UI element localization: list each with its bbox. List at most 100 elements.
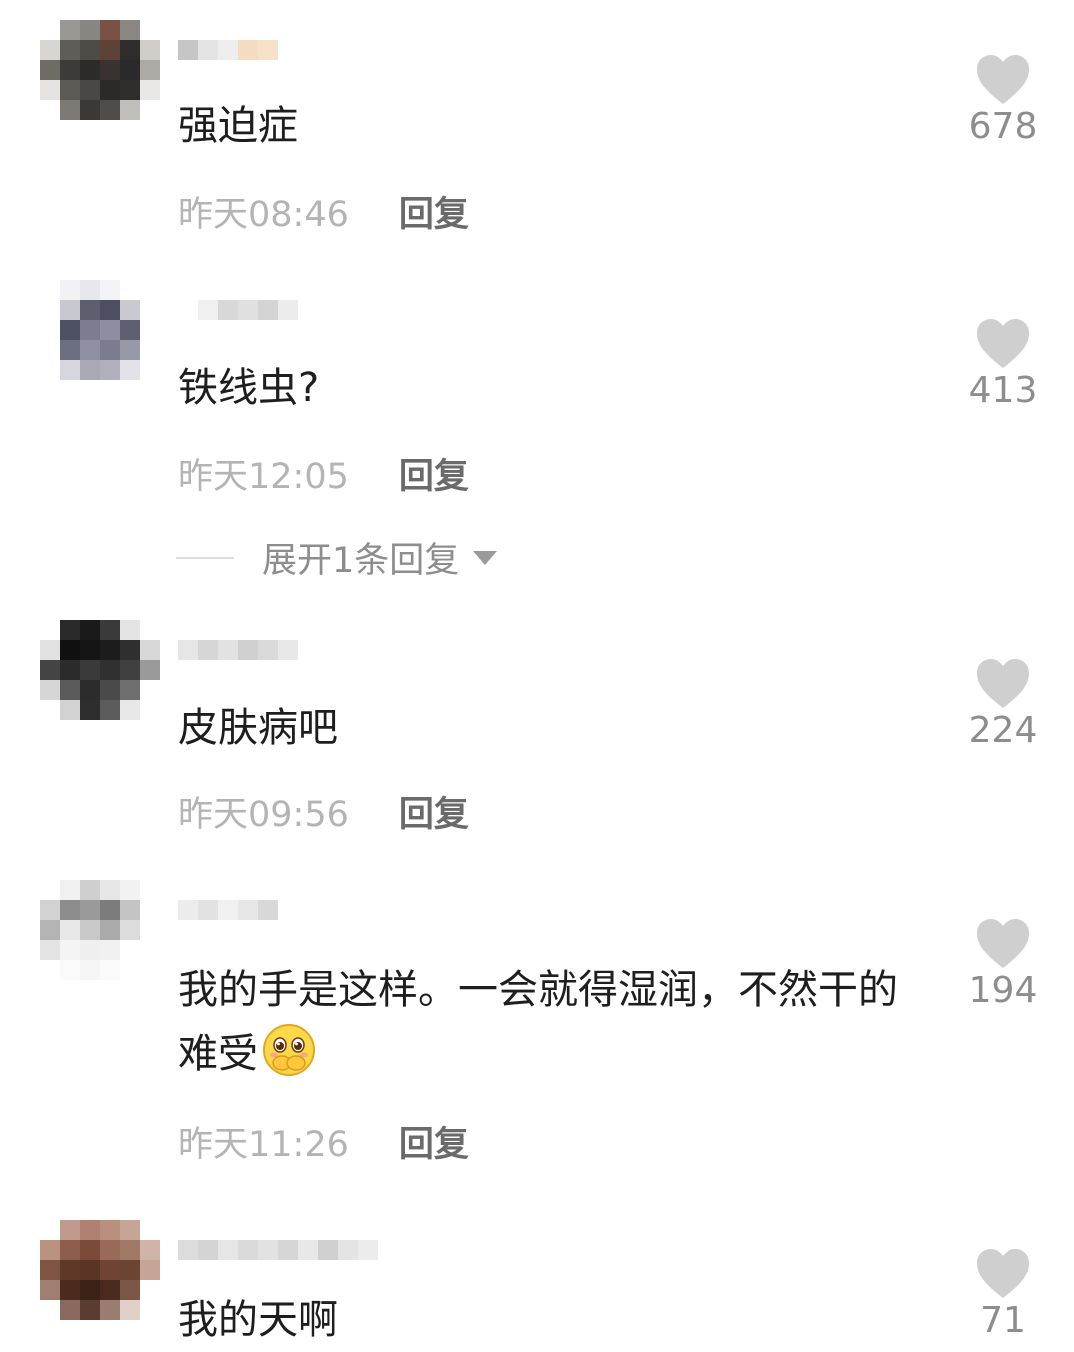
avatar-pixel — [100, 20, 120, 40]
username-pixel — [238, 40, 258, 60]
reply-button[interactable]: 回复 — [399, 786, 469, 837]
avatar[interactable] — [40, 620, 160, 740]
username-pixel — [178, 300, 198, 320]
avatar-pixel — [100, 1260, 120, 1280]
avatar-pixel — [60, 640, 80, 660]
avatar-pixel — [100, 1220, 120, 1240]
avatar-pixel — [40, 700, 60, 720]
avatar-pixel — [100, 960, 120, 980]
avatar[interactable] — [40, 1220, 160, 1340]
like-button[interactable]: 413 — [960, 318, 1046, 411]
avatar-pixel — [40, 280, 60, 300]
avatar-pixel — [140, 380, 160, 400]
avatar-pixel — [80, 40, 100, 60]
expand-replies-button[interactable]: 展开1条回复 — [176, 532, 498, 583]
avatar-pixel — [60, 1240, 80, 1260]
divider-line — [176, 556, 234, 559]
avatar-pixel — [80, 620, 100, 640]
avatar-pixel — [60, 1280, 80, 1300]
avatar-pixel — [140, 900, 160, 920]
avatar-pixel — [120, 1320, 140, 1340]
avatar-pixel — [120, 100, 140, 120]
avatar-pixel — [100, 120, 120, 140]
like-button[interactable]: 194 — [960, 918, 1046, 1011]
avatar-pixel — [80, 120, 100, 140]
avatar-pixel — [80, 300, 100, 320]
avatar-pixel — [80, 280, 100, 300]
avatar-pixel — [120, 60, 140, 80]
reply-button[interactable]: 回复 — [399, 186, 469, 237]
username-blurred[interactable] — [178, 900, 278, 940]
avatar-pixel — [140, 1280, 160, 1300]
comment-text: 我的手是这样。一会就得湿润，不然干的难受 — [178, 958, 918, 1086]
avatar-pixel — [40, 900, 60, 920]
avatar-pixel — [100, 940, 120, 960]
username-blurred[interactable] — [178, 1240, 378, 1280]
like-button[interactable]: 678 — [960, 54, 1046, 147]
avatar-pixel — [120, 360, 140, 380]
username-blurred[interactable] — [178, 300, 298, 340]
comment-meta: 昨天12:05 回复 — [178, 448, 469, 499]
username-pixel — [218, 900, 238, 920]
avatar[interactable] — [40, 20, 160, 140]
avatar-pixel — [40, 1260, 60, 1280]
avatar-pixel — [60, 380, 80, 400]
avatar-pixel — [100, 1240, 120, 1260]
username-pixel — [218, 300, 238, 320]
avatar-pixel — [140, 1260, 160, 1280]
avatar-pixel — [140, 700, 160, 720]
avatar-pixel — [140, 300, 160, 320]
username-blurred[interactable] — [178, 40, 278, 80]
avatar-pixel — [40, 80, 60, 100]
avatar-pixel — [120, 380, 140, 400]
avatar-pixel — [100, 1300, 120, 1320]
like-button[interactable]: 71 — [960, 1248, 1046, 1341]
username-pixel — [258, 40, 278, 60]
avatar-pixel — [40, 1240, 60, 1260]
username-pixel — [178, 1240, 198, 1260]
avatar-pixel — [80, 340, 100, 360]
avatar-pixel — [80, 880, 100, 900]
avatar-pixel — [80, 1240, 100, 1260]
username-pixel — [218, 40, 238, 60]
avatar-pixel — [80, 20, 100, 40]
comment-meta: 昨天11:26 回复 — [178, 1116, 469, 1167]
avatar-pixel — [140, 620, 160, 640]
avatar-pixel — [40, 360, 60, 380]
avatar-pixel — [60, 120, 80, 140]
avatar-pixel — [80, 940, 100, 960]
avatar-pixel — [40, 340, 60, 360]
avatar-pixel — [100, 280, 120, 300]
avatar-pixel — [140, 660, 160, 680]
avatar-pixel — [140, 280, 160, 300]
avatar-pixel — [40, 320, 60, 340]
like-button[interactable]: 224 — [960, 658, 1046, 751]
avatar-pixel — [80, 640, 100, 660]
username-pixel — [358, 1240, 378, 1260]
avatar-pixel — [140, 960, 160, 980]
avatar-pixel — [100, 380, 120, 400]
avatar-pixel — [140, 40, 160, 60]
avatar[interactable] — [40, 880, 160, 1000]
username-pixel — [218, 1240, 238, 1260]
heart-icon — [977, 319, 1029, 368]
avatar-pixel — [40, 300, 60, 320]
avatar-pixel — [40, 660, 60, 680]
username-pixel — [278, 1240, 298, 1260]
comment-time: 昨天08:46 — [178, 195, 349, 235]
avatar-pixel — [100, 300, 120, 320]
avatar-pixel — [140, 360, 160, 380]
username-blurred[interactable] — [178, 640, 298, 680]
avatar-pixel — [120, 880, 140, 900]
comment-time: 昨天11:26 — [178, 1125, 349, 1165]
avatar-pixel — [80, 660, 100, 680]
avatar-pixel — [140, 1240, 160, 1260]
avatar-pixel — [100, 900, 120, 920]
avatar-pixel — [80, 980, 100, 1000]
reply-button[interactable]: 回复 — [399, 1116, 469, 1167]
avatar[interactable] — [40, 280, 160, 400]
reply-button[interactable]: 回复 — [399, 448, 469, 499]
comment-meta: 昨天09:56 回复 — [178, 786, 469, 837]
heart-icon — [977, 1249, 1029, 1298]
avatar-pixel — [140, 340, 160, 360]
